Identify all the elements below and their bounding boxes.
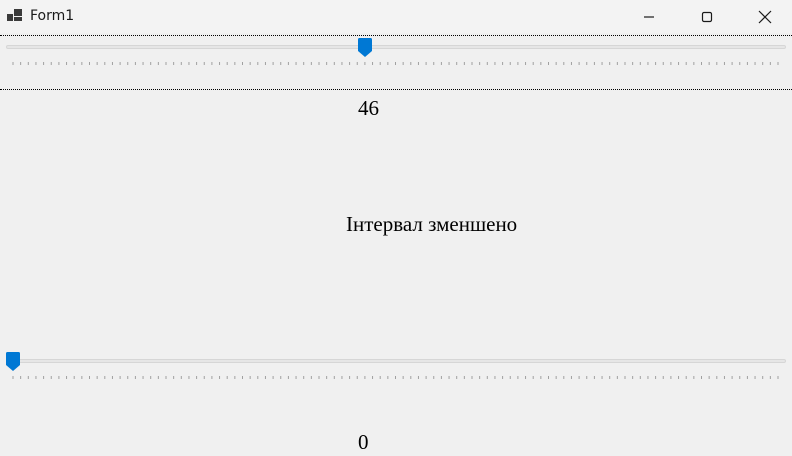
close-button[interactable] (736, 0, 792, 33)
trackbar-1-track[interactable] (6, 45, 786, 49)
window-title: Form1 (30, 8, 75, 24)
close-icon (758, 10, 772, 23)
trackbar-2-value-label: 0 (358, 430, 369, 454)
trackbar-2-thumb[interactable] (6, 352, 20, 371)
trackbar-1-thumb[interactable] (357, 38, 372, 57)
trackbar-1-ticks (12, 62, 779, 65)
trackbar-2-track[interactable] (6, 359, 786, 363)
minimize-icon (644, 15, 654, 18)
maximize-button[interactable] (678, 0, 736, 33)
title-bar: Form1 (0, 0, 792, 33)
maximize-icon (701, 11, 713, 22)
trackbar-2-ticks (12, 376, 779, 379)
window-app-icon (7, 9, 23, 23)
minimize-button[interactable] (620, 0, 678, 33)
status-label: Інтервал зменшено (346, 212, 518, 236)
trackbar-1-value-label: 46 (358, 96, 379, 120)
